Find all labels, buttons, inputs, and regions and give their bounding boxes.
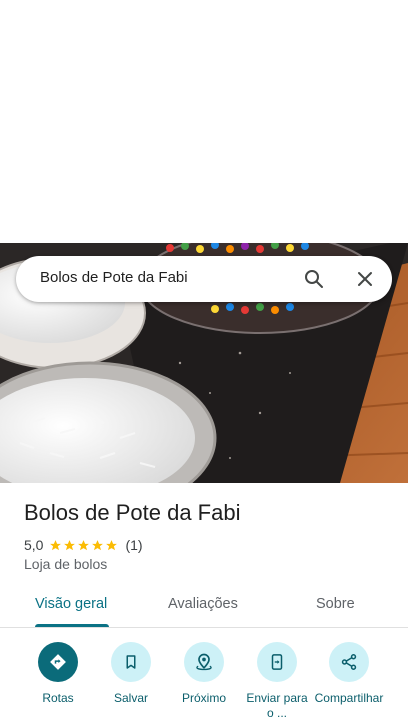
star-icon [106, 539, 118, 550]
action-bar: Rotas Salvar Próximo Enviar para o ... C… [0, 640, 408, 726]
star-icon [78, 539, 90, 550]
place-title: Bolos de Pote da Fabi [24, 500, 241, 525]
search-input[interactable]: Bolos de Pote da Fabi [40, 269, 188, 286]
search-icon[interactable] [302, 267, 326, 291]
directions-icon [38, 642, 78, 682]
share-icon [329, 642, 369, 682]
review-count[interactable]: (1) [125, 537, 142, 553]
tab-about[interactable]: Sobre [316, 596, 355, 612]
share-button[interactable]: Compartilhar [309, 642, 389, 706]
place-category: Loja de bolos [24, 556, 108, 572]
nearby-label: Próximo [181, 691, 226, 705]
rating-value: 5,0 [24, 537, 44, 553]
map-area-blank [0, 0, 408, 243]
send-to-phone-button[interactable]: Enviar para o ... [237, 642, 317, 721]
save-label: Salvar [113, 691, 148, 705]
star-icon [92, 539, 104, 550]
send-to-phone-icon [257, 642, 297, 682]
place-tabs: Visão geral Avaliações Sobre [0, 588, 408, 628]
nearby-icon [184, 642, 224, 682]
bookmark-icon [111, 642, 151, 682]
directions-label: Rotas [42, 691, 74, 705]
nearby-button[interactable]: Próximo [164, 642, 244, 706]
star-icon [64, 539, 76, 550]
tab-reviews[interactable]: Avaliações [168, 596, 238, 612]
share-label: Compartilhar [314, 691, 384, 705]
directions-button[interactable]: Rotas [18, 642, 98, 706]
star-rating [49, 539, 119, 552]
search-bar[interactable]: Bolos de Pote da Fabi [16, 256, 392, 302]
active-tab-indicator [35, 624, 109, 627]
star-icon [50, 539, 62, 550]
save-button[interactable]: Salvar [91, 642, 171, 706]
close-icon[interactable] [353, 267, 377, 291]
rating-row[interactable]: 5,0 (1) [24, 536, 143, 554]
send-to-phone-label: Enviar para o ... [246, 691, 308, 720]
tab-overview[interactable]: Visão geral [35, 596, 107, 612]
